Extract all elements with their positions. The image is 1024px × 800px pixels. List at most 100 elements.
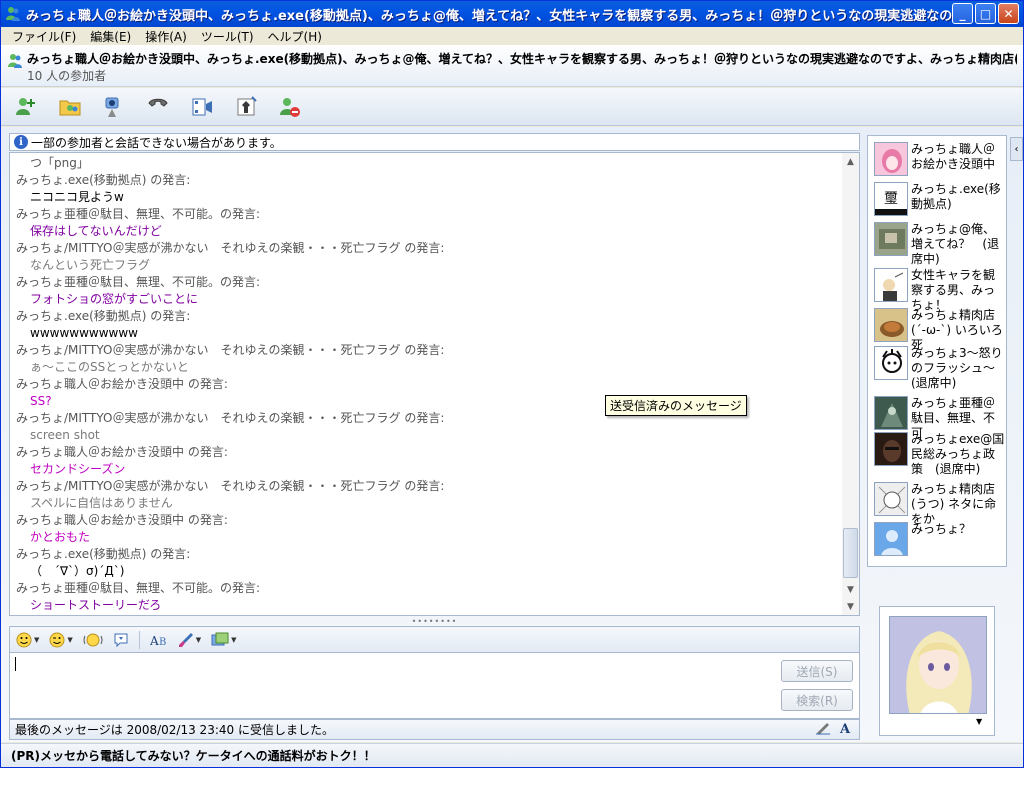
participant-count: 10 人の参加者 bbox=[27, 69, 107, 83]
font-button[interactable]: AB bbox=[150, 630, 168, 650]
participant-item[interactable]: みっちょ？ bbox=[874, 522, 1006, 556]
minimize-button[interactable]: _ bbox=[952, 3, 973, 24]
participant-item[interactable]: 璽みっちょ.exe(移動拠点) bbox=[874, 182, 1006, 216]
chat-sender-line: みっちょ/MITTYO＠実感が沸かない それゆえの楽観・・・死亡フラグ の発言: bbox=[16, 343, 445, 357]
participant-name: みっちょ3～怒りのフラッシュ～ (退席中) bbox=[911, 346, 1008, 390]
scroll-down-arrow-icon[interactable]: ▼ bbox=[842, 581, 859, 598]
text-mode-icon[interactable]: A bbox=[839, 721, 853, 735]
chat-sender-line: みっちょ職人＠お絵かき没頭中 の発言: bbox=[16, 377, 228, 391]
search-button[interactable]: 検索(R) bbox=[781, 689, 853, 711]
figure-avatar bbox=[874, 268, 908, 302]
menu-edit[interactable]: 編集(E) bbox=[83, 28, 138, 45]
close-button[interactable]: ✕ bbox=[998, 3, 1019, 24]
svg-text:璽: 璽 bbox=[884, 191, 898, 207]
chat-sender-line: みっちょ/MITTYO＠実感が沸かない それゆえの楽観・・・死亡フラグ の発言: bbox=[16, 479, 445, 493]
chat-lines: つ「png」みっちょ.exe(移動拠点) の発言: ニコニコ見ようw みっちょ亜種＠… bbox=[16, 155, 836, 614]
participant-item[interactable]: 女性キャラを観察する男、みっちょ！ bbox=[874, 268, 1006, 313]
menu-file[interactable]: ファイル(F) bbox=[5, 28, 83, 45]
background-button[interactable]: ▼ bbox=[178, 630, 201, 650]
chat-sender-line: みっちょ.exe(移動拠点) の発言: bbox=[16, 309, 191, 323]
sketch-avatar bbox=[874, 346, 908, 380]
phone-icon[interactable] bbox=[143, 93, 173, 121]
chat-message-line: なんという死亡フラグ bbox=[30, 258, 151, 272]
chat-message-line: wwwwwwwwwww bbox=[30, 326, 138, 340]
history-tooltip: 送受信済みのメッセージ bbox=[605, 395, 747, 416]
chat-message-line: スペルに自信はありません bbox=[30, 496, 173, 510]
participant-name: みっちょ精肉店(うつ) ネタに命をか bbox=[911, 482, 997, 526]
promo-bar[interactable]: (PR)メッセから電話してみない？ケータイへの通話料がおトク！！ bbox=[1, 743, 1023, 767]
block-icon[interactable] bbox=[275, 93, 305, 121]
promo-text: (PR)メッセから電話してみない？ケータイへの通話料がおトク！！ bbox=[11, 749, 376, 763]
font-icon: AB bbox=[150, 634, 166, 648]
wink-icon bbox=[49, 632, 65, 647]
participant-item[interactable]: みっちょ精肉店(うつ) ネタに命をか bbox=[874, 482, 1006, 527]
dark-avatar bbox=[874, 432, 908, 466]
scroll-up-arrow-icon[interactable]: ▲ bbox=[842, 153, 859, 170]
wink-button[interactable]: ▼ bbox=[49, 630, 73, 650]
chat-scrollbar[interactable]: ▲ ▼ ▼ bbox=[842, 153, 859, 615]
manga-avatar bbox=[874, 482, 908, 516]
invite-icon[interactable] bbox=[11, 93, 41, 121]
input-toolbar: ▼ ▼ AB ▼ ▼ bbox=[9, 626, 860, 653]
participant-name: みっちょ.exe(移動拠点) bbox=[911, 182, 1001, 211]
participant-list: みっちょ職人＠お絵かき没頭中璽みっちょ.exe(移動拠点) みっちょ@俺、増えてね… bbox=[867, 135, 1007, 567]
action-toolbar bbox=[1, 88, 1023, 126]
avatar-menu-arrow-icon[interactable]: ▼ bbox=[976, 717, 982, 726]
text-caret bbox=[15, 657, 16, 671]
menu-tools[interactable]: ツール(T) bbox=[194, 28, 261, 45]
status-line: 最後のメッセージは 2008/02/13 23:40 に受信しました。 A bbox=[9, 719, 860, 740]
chat-message-line: フォトショの窓がすごいことに bbox=[30, 292, 199, 306]
game-avatar bbox=[874, 396, 908, 430]
pink-anime-avatar bbox=[874, 142, 908, 176]
participant-name: みっちょ？ bbox=[911, 522, 972, 536]
chat-sender-line: みっちょ.exe(移動拠点) の発言: bbox=[16, 547, 191, 561]
chat-message-line: ぁ～ここのSSとっとかないと bbox=[30, 360, 189, 374]
my-display-picture[interactable]: ▼ bbox=[879, 606, 995, 736]
notice-text: 一部の参加者と会話できない場合があります。 bbox=[31, 135, 282, 150]
video-call-icon[interactable] bbox=[99, 93, 129, 121]
send-button[interactable]: 送信(S) bbox=[781, 660, 853, 682]
nudge-button[interactable] bbox=[83, 630, 103, 650]
conversation-title: みっちょ職人＠お絵かき没頭中、みっちょ.exe(移動拠点)、みっちょ@俺、増えて… bbox=[27, 52, 1017, 66]
conversation-header: みっちょ職人＠お絵かき没頭中、みっちょ.exe(移動拠点)、みっちょ@俺、増えて… bbox=[1, 45, 1023, 87]
menu-bar: ファイル(F) 編集(E) 操作(A) ツール(T) ヘルプ(H) bbox=[1, 27, 1023, 45]
svg-text:A: A bbox=[839, 722, 851, 735]
scroll-thumb[interactable] bbox=[843, 528, 858, 578]
menu-action[interactable]: 操作(A) bbox=[138, 28, 194, 45]
chat-message-line: ニコニコ見ようw bbox=[30, 190, 124, 204]
collapse-panel-icon[interactable]: ‹ bbox=[1010, 137, 1023, 161]
chat-sender-line: みっちょ職人＠お絵かき没頭中 の発言: bbox=[16, 513, 228, 527]
chat-sender-line: みっちょ.exe(移動拠点) の発言: bbox=[16, 173, 191, 187]
scroll-end-arrow-icon[interactable]: ▼ bbox=[842, 598, 859, 615]
svg-text:B: B bbox=[159, 637, 166, 648]
title-bar[interactable]: みっちょ職人＠お絵かき没頭中、みっちょ.exe(移動拠点)、みっちょ@俺、増えて… bbox=[1, 1, 1023, 27]
chat-history[interactable]: つ「png」みっちょ.exe(移動拠点) の発言: ニコニコ見ようw みっちょ亜種＠… bbox=[9, 152, 860, 616]
chat-message-line: （ ´∇`）σ)´Д`) bbox=[30, 564, 125, 578]
my-avatar bbox=[889, 616, 987, 714]
chat-message-line: つ「png」 bbox=[30, 156, 89, 170]
participant-item[interactable]: みっちょexe@国民総みっちょ政策 (退席中) bbox=[874, 432, 1006, 477]
emoticon-button[interactable]: ▼ bbox=[16, 630, 39, 650]
chat-sender-line: みっちょ亜種＠駄目、無理、不可能。の発言: bbox=[16, 581, 261, 595]
chat-sender-line: みっちょ亜種＠駄目、無理、不可能。の発言: bbox=[16, 207, 261, 221]
maximize-button[interactable]: □ bbox=[975, 3, 996, 24]
conversation-area: i 一部の参加者と会話できない場合があります。 つ「png」 みっちょ.exe(移… bbox=[1, 127, 1023, 742]
handwriting-icon[interactable] bbox=[815, 721, 831, 735]
participant-item[interactable]: みっちょ@俺、増えてね？ (退席中) bbox=[874, 222, 1006, 267]
menu-help[interactable]: ヘルプ(H) bbox=[261, 28, 329, 45]
brush-icon bbox=[178, 632, 193, 647]
photo-avatar bbox=[874, 222, 908, 256]
participant-name: 女性キャラを観察する男、みっちょ！ bbox=[911, 268, 996, 312]
participant-item[interactable]: みっちょ3～怒りのフラッシュ～ (退席中) bbox=[874, 346, 1008, 391]
pane-splitter[interactable]: •••••••• bbox=[9, 617, 860, 626]
share-folder-icon[interactable] bbox=[55, 93, 85, 121]
participant-item[interactable]: みっちょ職人＠お絵かき没頭中 bbox=[874, 142, 1006, 176]
games-icon[interactable] bbox=[231, 93, 261, 121]
speech-bubble-icon bbox=[114, 633, 128, 647]
photo-icon bbox=[211, 632, 229, 645]
activities-icon[interactable] bbox=[187, 93, 217, 121]
nudge-icon bbox=[83, 633, 103, 646]
send-file-button[interactable]: ▼ bbox=[211, 630, 237, 650]
message-input[interactable] bbox=[9, 653, 860, 719]
voice-clip-button[interactable] bbox=[113, 630, 129, 650]
